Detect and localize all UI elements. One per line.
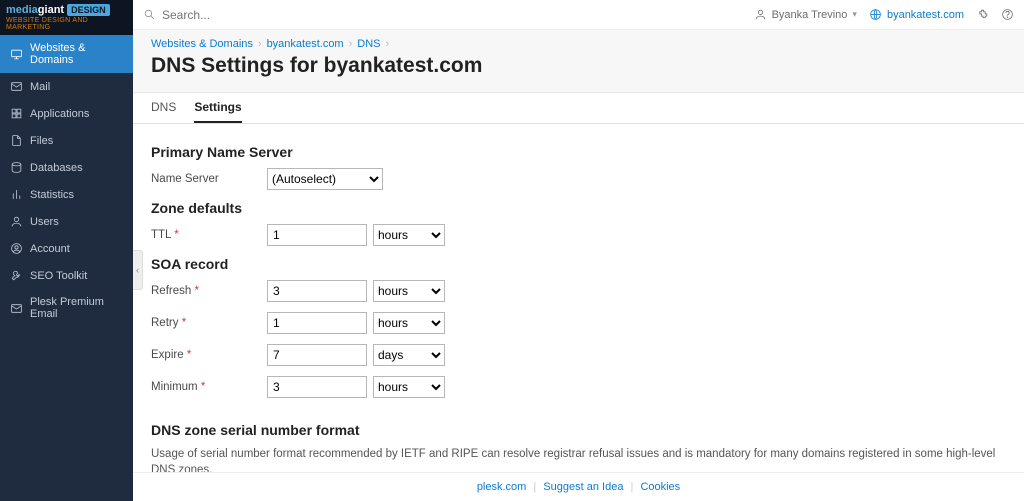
required-marker: * (194, 285, 198, 297)
account-icon (10, 242, 23, 255)
refresh-input[interactable] (267, 280, 367, 302)
file-icon (10, 134, 23, 147)
tab-settings[interactable]: Settings (194, 93, 241, 123)
sidebar-item-label: Databases (30, 162, 83, 174)
sidebar-item-label: Applications (30, 108, 89, 120)
ttl-input[interactable] (267, 224, 367, 246)
required-marker: * (174, 229, 178, 241)
retry-unit-select[interactable]: hours (373, 312, 445, 334)
footer-suggest-idea-link[interactable]: Suggest an Idea (543, 481, 623, 493)
sidebar-item-label: Users (30, 216, 59, 228)
search-wrap (143, 8, 744, 22)
chevron-down-icon: ▾ (852, 9, 857, 20)
expire-input[interactable] (267, 344, 367, 366)
sidebar-item-premium-email[interactable]: Plesk Premium Email (0, 289, 133, 327)
breadcrumb-link-domain[interactable]: byankatest.com (267, 38, 344, 50)
sidebar-item-label: Mail (30, 81, 50, 93)
domain-name: byankatest.com (887, 9, 964, 21)
grid-icon (10, 107, 23, 120)
breadcrumb-link-dns[interactable]: DNS (357, 38, 380, 50)
label-minimum: Minimum (151, 381, 198, 393)
sidebar-item-databases[interactable]: Databases (0, 154, 133, 181)
sidebar-item-files[interactable]: Files (0, 127, 133, 154)
sidebar-item-label: SEO Toolkit (30, 270, 87, 282)
extensions-button[interactable] (976, 8, 989, 21)
sidebar: mediagiant DESIGN WEBSITE DESIGN AND MAR… (0, 0, 133, 501)
breadcrumb-link-websites[interactable]: Websites & Domains (151, 38, 253, 50)
required-marker: * (182, 317, 186, 329)
logo-media: media (6, 4, 38, 16)
sidebar-item-users[interactable]: Users (0, 208, 133, 235)
breadcrumb: Websites & Domains › byankatest.com › DN… (151, 38, 1006, 50)
user-icon (10, 215, 23, 228)
section-primary-name-server: Primary Name Server (151, 144, 1006, 160)
ttl-unit-select[interactable]: hours (373, 224, 445, 246)
topbar-right: Byanka Trevino ▾ byankatest.com (754, 8, 1014, 21)
database-icon (10, 161, 23, 174)
label-retry: Retry (151, 317, 178, 329)
sidebar-item-label: Account (30, 243, 70, 255)
retry-input[interactable] (267, 312, 367, 334)
logo: mediagiant DESIGN WEBSITE DESIGN AND MAR… (0, 0, 133, 35)
sidebar-item-label: Files (30, 135, 53, 147)
page-title: DNS Settings for byankatest.com (151, 54, 1006, 78)
section-zone-defaults: Zone defaults (151, 200, 1006, 216)
logo-badge: DESIGN (67, 4, 110, 16)
content: Primary Name Server Name Server (Autosel… (133, 124, 1024, 472)
serial-format-description: Usage of serial number format recommende… (151, 446, 1006, 472)
sidebar-item-label: Websites & Domains (30, 42, 123, 66)
tab-dns[interactable]: DNS (151, 93, 176, 123)
logo-subtitle: WEBSITE DESIGN AND MARKETING (6, 17, 127, 31)
sidebar-item-seo-toolkit[interactable]: SEO Toolkit (0, 262, 133, 289)
header-area: Websites & Domains › byankatest.com › DN… (133, 30, 1024, 93)
refresh-unit-select[interactable]: hours (373, 280, 445, 302)
sidebar-item-label: Plesk Premium Email (30, 296, 123, 320)
sidebar-item-applications[interactable]: Applications (0, 100, 133, 127)
sidebar-item-statistics[interactable]: Statistics (0, 181, 133, 208)
help-button[interactable] (1001, 8, 1014, 21)
footer: plesk.com | Suggest an Idea | Cookies (133, 472, 1024, 501)
envelope-icon (10, 302, 23, 315)
user-name: Byanka Trevino (772, 9, 848, 21)
topbar: Byanka Trevino ▾ byankatest.com (133, 0, 1024, 30)
search-icon (143, 8, 156, 21)
sidebar-item-mail[interactable]: Mail (0, 73, 133, 100)
section-soa-record: SOA record (151, 256, 1006, 272)
monitor-icon (10, 48, 23, 61)
required-marker: * (201, 381, 205, 393)
footer-plesk-link[interactable]: plesk.com (477, 481, 527, 493)
breadcrumb-sep: › (386, 38, 390, 50)
breadcrumb-sep: › (258, 38, 262, 50)
sidebar-nav: Websites & Domains Mail Applications Fil… (0, 35, 133, 327)
sidebar-collapse-toggle[interactable]: ‹ (133, 250, 143, 290)
wrench-icon (10, 269, 23, 282)
mail-icon (10, 80, 23, 93)
globe-icon (869, 8, 882, 21)
sidebar-item-label: Statistics (30, 189, 74, 201)
breadcrumb-sep: › (349, 38, 353, 50)
label-ttl: TTL (151, 229, 171, 241)
user-small-icon (754, 8, 767, 21)
search-input[interactable] (162, 8, 744, 22)
required-marker: * (187, 349, 191, 361)
minimum-unit-select[interactable]: hours (373, 376, 445, 398)
user-menu[interactable]: Byanka Trevino ▾ (754, 8, 857, 21)
help-icon (1001, 8, 1014, 21)
sidebar-item-account[interactable]: Account (0, 235, 133, 262)
domain-link[interactable]: byankatest.com (869, 8, 964, 21)
name-server-select[interactable]: (Autoselect) (267, 168, 383, 190)
logo-giant: giant (38, 4, 64, 16)
footer-cookies-link[interactable]: Cookies (640, 481, 680, 493)
tabs: DNS Settings (133, 93, 1024, 124)
expire-unit-select[interactable]: days (373, 344, 445, 366)
label-expire: Expire (151, 349, 184, 361)
sidebar-item-websites-domains[interactable]: Websites & Domains (0, 35, 133, 73)
label-name-server: Name Server (151, 173, 267, 185)
main: Byanka Trevino ▾ byankatest.com Websites… (133, 0, 1024, 501)
minimum-input[interactable] (267, 376, 367, 398)
section-serial-format: DNS zone serial number format (151, 422, 1006, 438)
puzzle-icon (976, 8, 989, 21)
bars-icon (10, 188, 23, 201)
label-refresh: Refresh (151, 285, 191, 297)
